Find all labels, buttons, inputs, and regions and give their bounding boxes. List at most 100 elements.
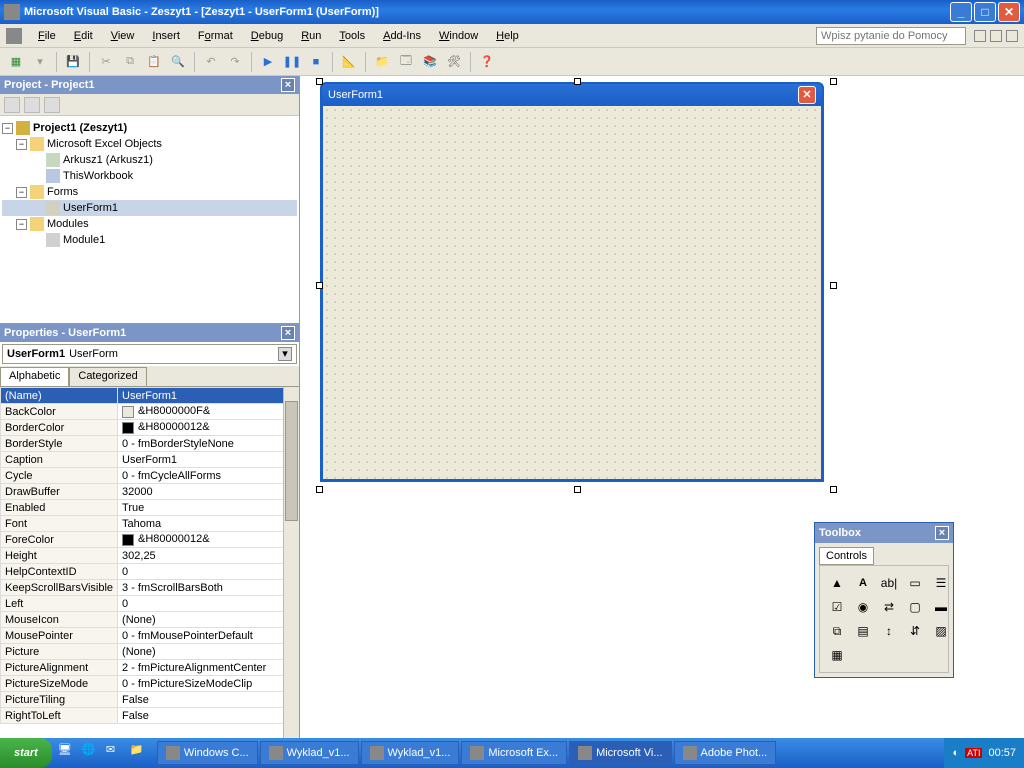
maximize-button[interactable]: □ <box>974 2 996 22</box>
mdi-restore-icon[interactable] <box>990 30 1002 42</box>
property-value[interactable]: 3 - fmScrollBarsBoth <box>118 580 299 596</box>
ql-icon[interactable]: ✉ <box>106 743 126 763</box>
redo-icon[interactable]: ↷ <box>225 52 245 72</box>
tab-categorized[interactable]: Categorized <box>69 367 146 387</box>
property-value[interactable]: 0 <box>118 596 299 612</box>
taskbar-task[interactable]: Microsoft Vi... <box>569 741 671 765</box>
property-value[interactable]: False <box>118 692 299 708</box>
form-close-icon[interactable]: ✕ <box>798 86 816 104</box>
cut-icon[interactable]: ✂ <box>96 52 116 72</box>
resize-handle[interactable] <box>574 78 581 85</box>
taskbar-task[interactable]: Wyklad_v1... <box>361 741 460 765</box>
undo-icon[interactable]: ↶ <box>201 52 221 72</box>
menu-insert[interactable]: Insert <box>144 28 188 44</box>
refedit-tool-icon[interactable]: ▦ <box>826 644 848 666</box>
tray-ati-icon[interactable]: ATI <box>965 748 982 758</box>
menu-format[interactable]: Format <box>190 28 241 44</box>
expand-icon[interactable]: − <box>2 123 13 134</box>
property-value[interactable]: UserForm1 <box>118 452 299 468</box>
object-browser-icon[interactable]: 📚 <box>420 52 440 72</box>
toolbox-window[interactable]: Toolbox× Controls ▲ A ab| ▭ ☰ ☑ ◉ ⇄ ▢ ▬ … <box>814 522 954 678</box>
menu-window[interactable]: Window <box>431 28 486 44</box>
scrollbar-tool-icon[interactable]: ↕ <box>878 620 900 642</box>
minimize-button[interactable]: _ <box>950 2 972 22</box>
property-value[interactable]: &H80000012& <box>118 420 299 436</box>
property-row[interactable]: BorderColor&H80000012& <box>1 420 299 436</box>
property-value[interactable]: 0 - fmMousePointerDefault <box>118 628 299 644</box>
resize-handle[interactable] <box>830 282 837 289</box>
tree-project[interactable]: Project1 (Zeszyt1) <box>33 122 127 134</box>
combobox-tool-icon[interactable]: ▭ <box>904 572 926 594</box>
project-pane-close-icon[interactable]: × <box>281 78 295 92</box>
image-tool-icon[interactable]: ▨ <box>930 620 952 642</box>
property-value[interactable]: UserForm1 <box>118 388 299 404</box>
property-value[interactable]: 0 - fmCycleAllForms <box>118 468 299 484</box>
property-row[interactable]: ForeColor&H80000012& <box>1 532 299 548</box>
project-explorer-icon[interactable]: 📁 <box>372 52 392 72</box>
property-value[interactable]: 0 <box>118 564 299 580</box>
start-button[interactable]: start <box>0 738 52 768</box>
copy-icon[interactable]: ⧉ <box>120 52 140 72</box>
expand-icon[interactable]: − <box>16 139 27 150</box>
properties-grid[interactable]: (Name)UserForm1BackColor&H8000000F&Borde… <box>0 386 299 738</box>
multipage-tool-icon[interactable]: ▤ <box>852 620 874 642</box>
tree-module1[interactable]: Module1 <box>63 234 105 246</box>
form-client-area[interactable] <box>320 106 824 482</box>
property-value[interactable]: Tahoma <box>118 516 299 532</box>
property-value[interactable]: (None) <box>118 612 299 628</box>
view-object-icon[interactable] <box>24 97 40 113</box>
property-row[interactable]: (Name)UserForm1 <box>1 388 299 404</box>
property-row[interactable]: Cycle0 - fmCycleAllForms <box>1 468 299 484</box>
tree-forms[interactable]: Forms <box>47 186 78 198</box>
close-button[interactable]: ✕ <box>998 2 1020 22</box>
design-mode-icon[interactable]: 📐 <box>339 52 359 72</box>
property-row[interactable]: PictureTilingFalse <box>1 692 299 708</box>
commandbutton-tool-icon[interactable]: ▬ <box>930 596 952 618</box>
run-icon[interactable]: ▶ <box>258 52 278 72</box>
tree-modules[interactable]: Modules <box>47 218 89 230</box>
menu-view[interactable]: View <box>103 28 143 44</box>
toggle-folders-icon[interactable] <box>44 97 60 113</box>
resize-handle[interactable] <box>574 486 581 493</box>
view-code-icon[interactable] <box>4 97 20 113</box>
taskbar-task[interactable]: Wyklad_v1... <box>260 741 359 765</box>
property-row[interactable]: DrawBuffer32000 <box>1 484 299 500</box>
property-row[interactable]: BorderStyle0 - fmBorderStyleNone <box>1 436 299 452</box>
props-pane-close-icon[interactable]: × <box>281 326 295 340</box>
property-value[interactable]: 0 - fmPictureSizeModeClip <box>118 676 299 692</box>
excel-icon[interactable]: ▦ <box>6 52 26 72</box>
userform-designer[interactable]: UserForm1 ✕ <box>320 82 824 482</box>
tray-clock[interactable]: 00:57 <box>988 747 1016 759</box>
dropdown-icon[interactable]: ▾ <box>278 347 292 361</box>
property-row[interactable]: BackColor&H8000000F& <box>1 404 299 420</box>
ql-icon[interactable]: 🖥 <box>58 743 78 763</box>
property-value[interactable]: &H80000012& <box>118 532 299 548</box>
property-value[interactable]: (None) <box>118 644 299 660</box>
project-tree[interactable]: −Project1 (Zeszyt1) −Microsoft Excel Obj… <box>0 116 299 323</box>
property-value[interactable]: 0 - fmBorderStyleNone <box>118 436 299 452</box>
property-row[interactable]: Left0 <box>1 596 299 612</box>
property-value[interactable]: 2 - fmPictureAlignmentCenter <box>118 660 299 676</box>
toolbox-close-icon[interactable]: × <box>935 526 949 540</box>
resize-handle[interactable] <box>316 78 323 85</box>
tree-userform[interactable]: UserForm1 <box>63 202 118 214</box>
pointer-tool-icon[interactable]: ▲ <box>826 572 848 594</box>
insert-dropdown-icon[interactable]: ▾ <box>30 52 50 72</box>
label-tool-icon[interactable]: A <box>852 572 874 594</box>
expand-icon[interactable]: − <box>16 219 27 230</box>
property-row[interactable]: MousePointer0 - fmMousePointerDefault <box>1 628 299 644</box>
property-value[interactable]: True <box>118 500 299 516</box>
menu-addins[interactable]: Add-Ins <box>375 28 429 44</box>
help-search-input[interactable] <box>816 27 966 45</box>
props-object-combo[interactable]: UserForm1 UserForm ▾ <box>2 344 297 364</box>
spinbutton-tool-icon[interactable]: ⇵ <box>904 620 926 642</box>
property-row[interactable]: HelpContextID0 <box>1 564 299 580</box>
mdi-close-icon[interactable] <box>1006 30 1018 42</box>
property-value[interactable]: False <box>118 708 299 724</box>
tab-alphabetic[interactable]: Alphabetic <box>0 367 69 387</box>
tree-sheet[interactable]: Arkusz1 (Arkusz1) <box>63 154 153 166</box>
ql-icon[interactable]: 🌐 <box>82 743 102 763</box>
toolbox-tab-controls[interactable]: Controls <box>819 547 874 565</box>
property-row[interactable]: Height302,25 <box>1 548 299 564</box>
resize-handle[interactable] <box>316 282 323 289</box>
